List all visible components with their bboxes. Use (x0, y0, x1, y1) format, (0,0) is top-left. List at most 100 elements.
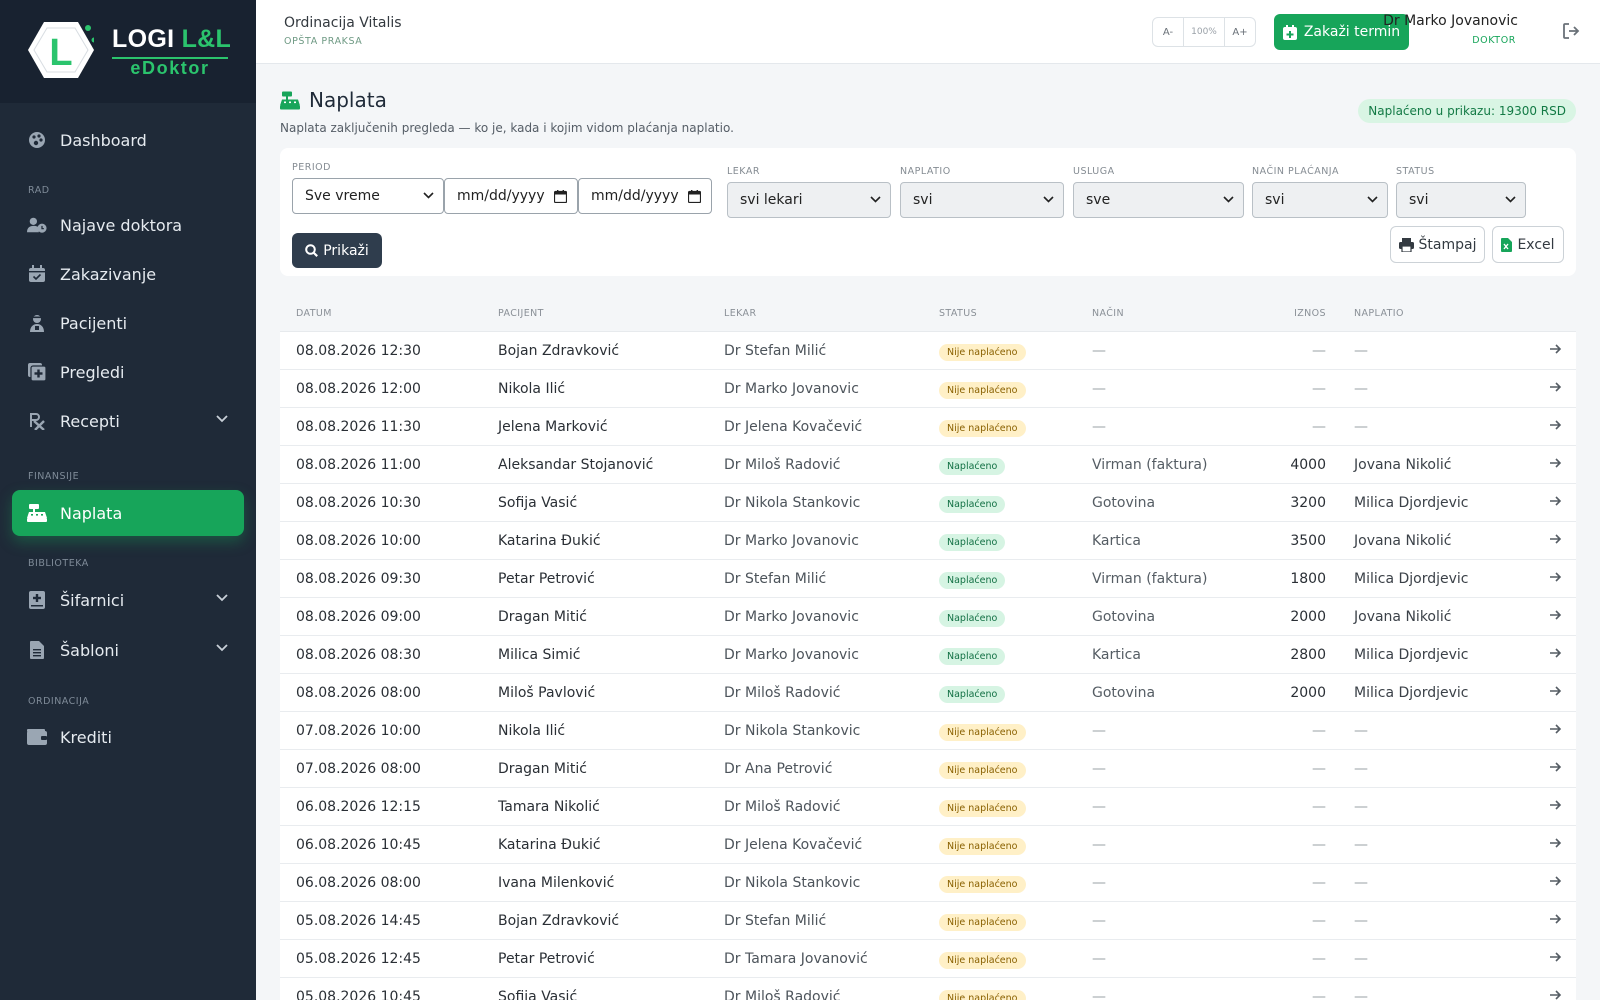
doctor-select[interactable]: svi lekari (727, 182, 891, 218)
row-open-arrow-icon[interactable] (1549, 913, 1562, 929)
search-icon (305, 244, 319, 257)
doctor-label: LEKAR (727, 166, 760, 177)
table-row[interactable]: 08.08.2026 10:30 Sofija Vasić Dr Nikola St… (280, 484, 1576, 522)
cell-amount: — (1312, 343, 1326, 359)
sidebar-item-pacijenti[interactable]: Pacijenti (12, 300, 244, 346)
cell-payment-method: — (1092, 913, 1106, 929)
cell-status: Nije naplaćeno (939, 723, 1026, 741)
table-row[interactable]: 08.08.2026 10:00 Katarina Đukić Dr Marko J… (280, 522, 1576, 560)
svg-text:L: L (49, 32, 72, 74)
cell-status: Naplaćeno (939, 457, 1006, 475)
row-open-arrow-icon[interactable] (1549, 837, 1562, 853)
row-open-arrow-icon[interactable] (1549, 571, 1562, 587)
row-open-arrow-icon[interactable] (1549, 533, 1562, 549)
table-row[interactable]: 06.08.2026 12:15 Tamara Nikolić Dr Miloš R… (280, 788, 1576, 826)
brand-logo[interactable]: L LOGI L&L eDoktor (0, 0, 256, 103)
table-row[interactable]: 08.08.2026 08:30 Milica Simić Dr Marko Jov… (280, 636, 1576, 674)
logout-icon[interactable] (1562, 22, 1580, 40)
excel-export-button[interactable]: Excel (1492, 226, 1564, 263)
chevron-down-icon (1043, 196, 1054, 203)
row-open-arrow-icon[interactable] (1549, 419, 1562, 435)
sidebar-item-zakazivanje[interactable]: Zakazivanje (12, 251, 244, 297)
row-open-arrow-icon[interactable] (1549, 951, 1562, 967)
header-doctor[interactable]: LEKAR (724, 308, 756, 319)
sidebar-item-sabloni[interactable]: Šabloni (12, 627, 244, 673)
sidebar-item-najave-doktora[interactable]: Najave doktora (12, 202, 244, 248)
date-to-input[interactable]: mm/dd/yyyy (578, 178, 712, 214)
sidebar-item-sifarnici[interactable]: Šifarnici (12, 577, 244, 623)
row-open-arrow-icon[interactable] (1549, 457, 1562, 473)
table-row[interactable]: 08.08.2026 08:00 Miloš Pavlović Dr Miloš R… (280, 674, 1576, 712)
sidebar-item-pregledi[interactable]: Pregledi (12, 349, 244, 395)
header-patient[interactable]: PACIJENT (498, 308, 544, 319)
row-open-arrow-icon[interactable] (1549, 685, 1562, 701)
table-row[interactable]: 08.08.2026 11:30 Jelena Marković Dr Jelena… (280, 408, 1576, 446)
row-open-arrow-icon[interactable] (1549, 381, 1562, 397)
service-select[interactable]: sve (1073, 182, 1244, 218)
payment-method-select[interactable]: svi (1252, 182, 1388, 218)
zoom-in-button[interactable]: A+ (1225, 18, 1255, 46)
cell-amount: — (1312, 913, 1326, 929)
row-open-arrow-icon[interactable] (1549, 723, 1562, 739)
print-button[interactable]: Štampaj (1390, 226, 1485, 263)
cell-patient: Petar Petrović (498, 951, 595, 967)
calendar-icon[interactable] (688, 190, 701, 203)
cell-patient: Ivana Milenković (498, 875, 615, 891)
header-amount[interactable]: IZNOS (1294, 308, 1326, 319)
cell-doctor: Dr Miloš Radović (724, 685, 841, 701)
table-row[interactable]: 08.08.2026 11:00 Aleksandar Stojanović Dr … (280, 446, 1576, 484)
table-row[interactable]: 08.08.2026 09:30 Petar Petrović Dr Stefan … (280, 560, 1576, 598)
header-charged-by[interactable]: NAPLATIO (1354, 308, 1404, 319)
filter-panel: PERIOD Sve vreme mm/dd/yyyy mm/dd/yyyy L… (280, 148, 1576, 276)
table-row[interactable]: 06.08.2026 10:45 Katarina Đukić Dr Jelena … (280, 826, 1576, 864)
table-row[interactable]: 05.08.2026 14:45 Bojan Zdravković Dr Stefa… (280, 902, 1576, 940)
status-select[interactable]: svi (1396, 182, 1526, 218)
sidebar-item-recepti[interactable]: Recepti (12, 398, 244, 444)
table-row[interactable]: 06.08.2026 08:00 Ivana Milenković Dr Nikol… (280, 864, 1576, 902)
table-row[interactable]: 08.08.2026 12:30 Bojan Zdravković Dr Stefa… (280, 332, 1576, 370)
cell-payment-method: — (1092, 419, 1106, 435)
table-row[interactable]: 05.08.2026 10:45 Sofija Vasić Dr Miloš Rad… (280, 978, 1576, 1000)
row-open-arrow-icon[interactable] (1549, 495, 1562, 511)
cell-doctor: Dr Miloš Radović (724, 457, 841, 473)
brand-subtitle: eDoktor (130, 58, 210, 78)
header-status[interactable]: STATUS (939, 308, 977, 319)
cell-patient: Bojan Zdravković (498, 913, 620, 929)
cell-payment-method: — (1092, 837, 1106, 853)
table-row[interactable]: 08.08.2026 12:00 Nikola Ilić Dr Marko Jova… (280, 370, 1576, 408)
row-open-arrow-icon[interactable] (1549, 647, 1562, 663)
show-button[interactable]: Prikaži (292, 233, 382, 268)
row-open-arrow-icon[interactable] (1549, 799, 1562, 815)
calendar-icon[interactable] (554, 190, 567, 203)
sidebar-item-naplata[interactable]: Naplata (12, 490, 244, 536)
sidebar-item-dashboard[interactable]: Dashboard (12, 117, 244, 163)
cell-date: 07.08.2026 10:00 (296, 723, 421, 739)
header-method[interactable]: NAČIN (1092, 308, 1124, 319)
zoom-out-button[interactable]: A- (1153, 18, 1183, 46)
cell-payment-method: — (1092, 875, 1106, 891)
table-row[interactable]: 07.08.2026 08:00 Dragan Mitić Dr Ana Petro… (280, 750, 1576, 788)
cell-status: Nije naplaćeno (939, 343, 1026, 361)
charged-by-select[interactable]: svi (900, 182, 1064, 218)
status-badge: Nije naplaćeno (939, 914, 1026, 931)
cell-payment-method: — (1092, 951, 1106, 967)
cell-charged-by: Jovana Nikolić (1354, 609, 1452, 625)
cell-date: 05.08.2026 10:45 (296, 989, 421, 1000)
sidebar-item-krediti[interactable]: Krediti (12, 714, 244, 760)
table-row[interactable]: 05.08.2026 12:45 Petar Petrović Dr Tamara … (280, 940, 1576, 978)
row-open-arrow-icon[interactable] (1549, 761, 1562, 777)
status-badge: Naplaćeno (939, 496, 1006, 513)
date-from-input[interactable]: mm/dd/yyyy (444, 178, 578, 214)
cell-amount: — (1312, 381, 1326, 397)
row-open-arrow-icon[interactable] (1549, 609, 1562, 625)
row-open-arrow-icon[interactable] (1549, 875, 1562, 891)
period-select[interactable]: Sve vreme (292, 178, 444, 214)
table-row[interactable]: 07.08.2026 10:00 Nikola Ilić Dr Nikola Sta… (280, 712, 1576, 750)
status-badge: Naplaćeno (939, 648, 1006, 665)
table-row[interactable]: 08.08.2026 09:00 Dragan Mitić Dr Marko Jov… (280, 598, 1576, 636)
cell-charged-by: — (1354, 837, 1368, 853)
row-open-arrow-icon[interactable] (1549, 989, 1562, 1000)
header-date[interactable]: DATUM (296, 308, 332, 319)
row-open-arrow-icon[interactable] (1549, 343, 1562, 359)
file-excel-icon (1501, 237, 1513, 252)
